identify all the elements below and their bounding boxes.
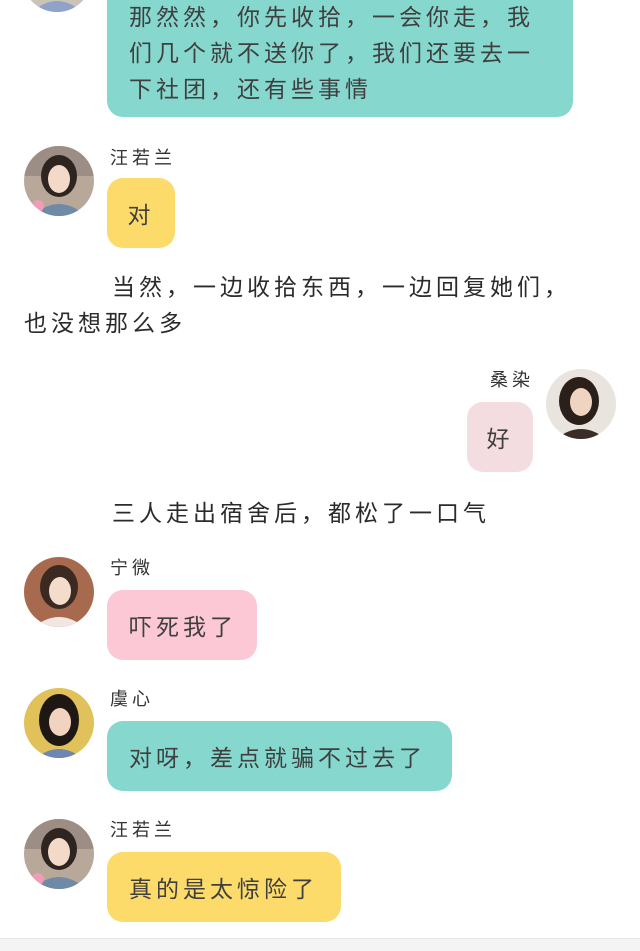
message-text: 对呀，差点就骗不过去了 <box>129 746 426 772</box>
avatar[interactable] <box>24 557 94 627</box>
speaker-name: 虞心 <box>110 689 154 710</box>
message-line: 下社团，还有些事情 <box>129 77 372 103</box>
narration-text: 当然，一边收拾东西，一边回复她们， 也没想那么多 <box>24 270 571 342</box>
avatar[interactable] <box>22 0 92 12</box>
speaker-name: 宁微 <box>110 558 154 579</box>
avatar[interactable] <box>24 819 94 889</box>
narration-text: 三人走出宿舍后，都松了一口气 <box>112 496 490 532</box>
message-line: 那然然，你先收拾，一会你走，我 <box>129 5 534 31</box>
message-text: 真的是太惊险了 <box>129 877 318 903</box>
avatar[interactable] <box>546 369 616 439</box>
girl-portrait-avatar-icon <box>24 819 94 889</box>
message-text: 吓死我了 <box>129 615 237 641</box>
speaker-name: 汪若兰 <box>110 820 176 841</box>
message-bubble: 对 <box>107 178 175 248</box>
narration-line: 当然，一边收拾东西，一边回复她们， <box>112 275 571 301</box>
message-bubble: 好 <box>467 402 533 472</box>
avatar[interactable] <box>24 146 94 216</box>
speaker-name: 汪若兰 <box>110 148 176 169</box>
girl-portrait-avatar-icon <box>24 557 94 627</box>
message-bubble: 对呀，差点就骗不过去了 <box>107 721 452 791</box>
bottom-edge-bar <box>0 938 640 951</box>
girl-portrait-avatar-icon <box>24 688 94 758</box>
message-text: 好 <box>486 427 514 453</box>
girl-portrait-avatar-icon <box>24 146 94 216</box>
girl-portrait-avatar-icon <box>546 369 616 439</box>
message-line: 们几个就不送你了，我们还要去一 <box>129 41 534 67</box>
message-bubble: 真的是太惊险了 <box>107 852 341 922</box>
message-bubble: 吓死我了 <box>107 590 257 660</box>
avatar[interactable] <box>24 688 94 758</box>
speaker-name: 桑染 <box>490 370 534 391</box>
message-bubble: 那然然，你先收拾，一会你走，我 们几个就不送你了，我们还要去一 下社团，还有些事… <box>107 0 573 117</box>
girl-portrait-avatar-icon <box>22 0 92 12</box>
narration-line: 三人走出宿舍后，都松了一口气 <box>112 501 490 527</box>
message-text: 对 <box>127 203 155 229</box>
chat-story-page: 那然然，你先收拾，一会你走，我 们几个就不送你了，我们还要去一 下社团，还有些事… <box>0 0 640 951</box>
narration-line: 也没想那么多 <box>24 311 186 337</box>
